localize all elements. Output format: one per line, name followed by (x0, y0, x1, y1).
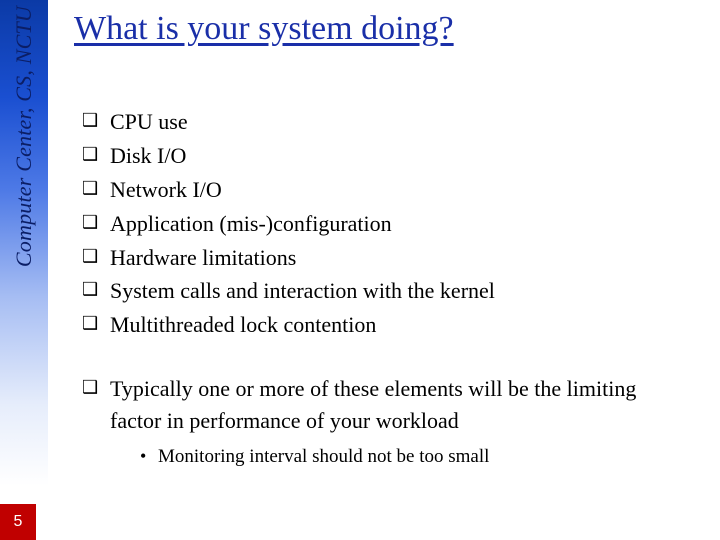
list-item: Hardware limitations (82, 242, 692, 274)
list-item-text: Network I/O (110, 177, 222, 202)
list-item-text: Disk I/O (110, 143, 186, 168)
list-item: Application (mis-)configuration (82, 208, 692, 240)
list-item-text: System calls and interaction with the ke… (110, 278, 495, 303)
list-item: CPU use (82, 106, 692, 138)
sub-list-item-text: Monitoring interval should not be too sm… (158, 446, 489, 467)
list-item: Network I/O (82, 174, 692, 206)
page-number: 5 (14, 513, 23, 531)
slide-body: CPU use Disk I/O Network I/O Application… (82, 104, 692, 473)
list-item-text: Typically one or more of these elements … (110, 376, 636, 433)
list-item-text: Hardware limitations (110, 245, 296, 270)
list-item: Disk I/O (82, 140, 692, 172)
list-item-text: Application (mis-)configuration (110, 211, 392, 236)
list-item: System calls and interaction with the ke… (82, 275, 692, 307)
sidebar-label: Computer Center, CS, NCTU (0, 6, 48, 267)
bullet-list-b: Typically one or more of these elements … (82, 373, 692, 470)
spacer (82, 343, 692, 371)
list-item-text: CPU use (110, 109, 188, 134)
page-number-badge: 5 (0, 504, 36, 540)
list-item-text: Multithreaded lock contention (110, 312, 376, 337)
sub-list: Monitoring interval should not be too sm… (110, 443, 692, 471)
sub-list-item: Monitoring interval should not be too sm… (110, 443, 692, 471)
slide-title: What is your system doing? (74, 10, 454, 48)
bullet-list-a: CPU use Disk I/O Network I/O Application… (82, 106, 692, 341)
list-item: Typically one or more of these elements … (82, 373, 692, 470)
list-item: Multithreaded lock contention (82, 309, 692, 341)
slide: Computer Center, CS, NCTU What is your s… (0, 0, 720, 540)
